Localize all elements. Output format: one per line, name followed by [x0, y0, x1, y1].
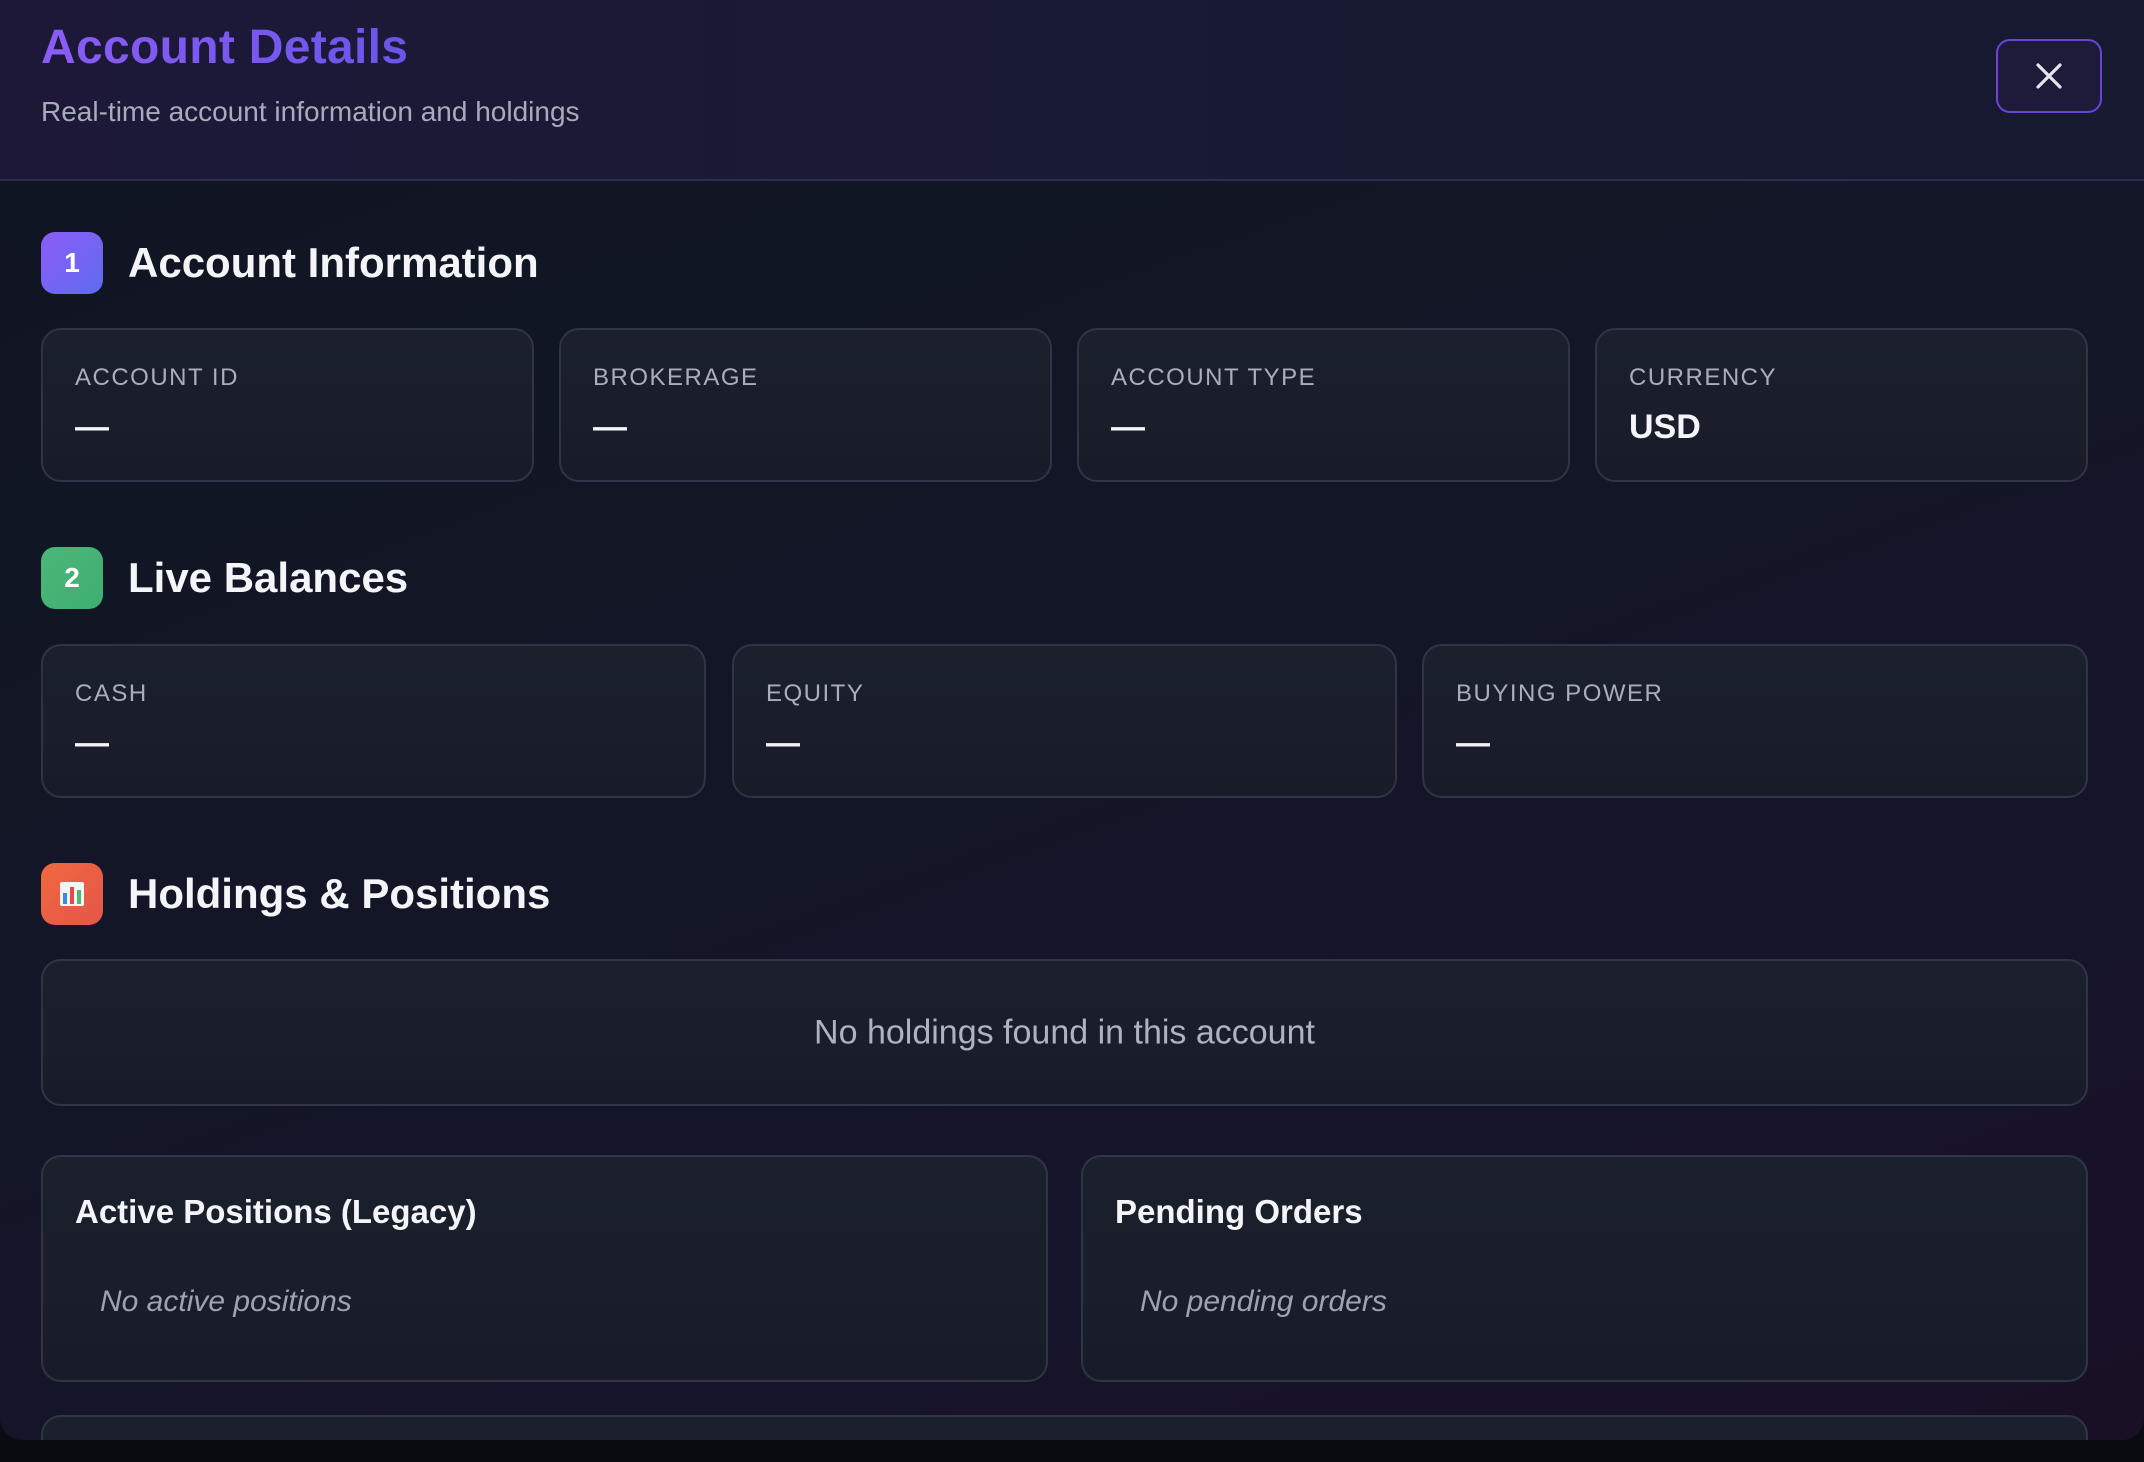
stat-label: BUYING POWER: [1456, 680, 1664, 707]
stat-label: CURRENCY: [1629, 364, 1778, 391]
equity-card: EQUITY —: [732, 644, 1397, 798]
section-number-badge: 1: [41, 232, 103, 294]
stat-value: —: [593, 408, 627, 446]
panel-title: Pending Orders: [1115, 1193, 1363, 1230]
panel-title: Active Positions (Legacy): [75, 1193, 477, 1230]
modal-subtitle: Real-time account information and holdin…: [41, 96, 580, 127]
active-positions-panel: Active Positions (Legacy) No active posi…: [41, 1155, 1048, 1382]
stat-label: ACCOUNT ID: [75, 364, 239, 391]
stat-label: CASH: [75, 680, 148, 707]
stat-value: —: [1111, 408, 1145, 446]
section-live-balances: 2 Live Balances: [41, 547, 408, 609]
empty-message: No pending orders: [1140, 1285, 1387, 1318]
stat-label: EQUITY: [766, 680, 865, 707]
stat-value: —: [766, 724, 800, 762]
stat-value: USD: [1629, 408, 1701, 446]
stat-value: —: [75, 408, 109, 446]
close-icon: [2036, 63, 2062, 89]
account-type-card: ACCOUNT TYPE —: [1077, 328, 1570, 482]
bar-chart-icon: [41, 863, 103, 925]
section-account-information: 1 Account Information: [41, 232, 539, 294]
section-number-badge: 2: [41, 547, 103, 609]
empty-message: No active positions: [100, 1285, 352, 1318]
section-title: Live Balances: [128, 554, 409, 601]
brokerage-card: BROKERAGE —: [559, 328, 1052, 482]
pending-orders-panel: Pending Orders No pending orders: [1081, 1155, 2088, 1382]
modal-title: Account Details: [41, 21, 409, 74]
stat-label: ACCOUNT TYPE: [1111, 364, 1317, 391]
modal-header: Account Details Real-time account inform…: [0, 0, 2144, 181]
stat-label: BROKERAGE: [593, 364, 759, 391]
close-button[interactable]: [1996, 39, 2102, 113]
section-title: Account Information: [128, 239, 539, 286]
holdings-empty-state: No holdings found in this account: [41, 959, 2088, 1106]
next-panel-partial: [41, 1415, 2088, 1440]
stat-value: —: [75, 724, 109, 762]
bar-chart-icon-glyph: [60, 882, 84, 906]
account-details-modal: Account Details Real-time account inform…: [0, 0, 2144, 1440]
buying-power-card: BUYING POWER —: [1422, 644, 2088, 798]
empty-message: No holdings found in this account: [814, 1013, 1315, 1051]
account-id-card: ACCOUNT ID —: [41, 328, 534, 482]
section-holdings-positions: Holdings & Positions: [41, 863, 550, 925]
cash-card: CASH —: [41, 644, 706, 798]
stat-value: —: [1456, 724, 1490, 762]
currency-card: CURRENCY USD: [1595, 328, 2088, 482]
section-title: Holdings & Positions: [128, 870, 551, 917]
